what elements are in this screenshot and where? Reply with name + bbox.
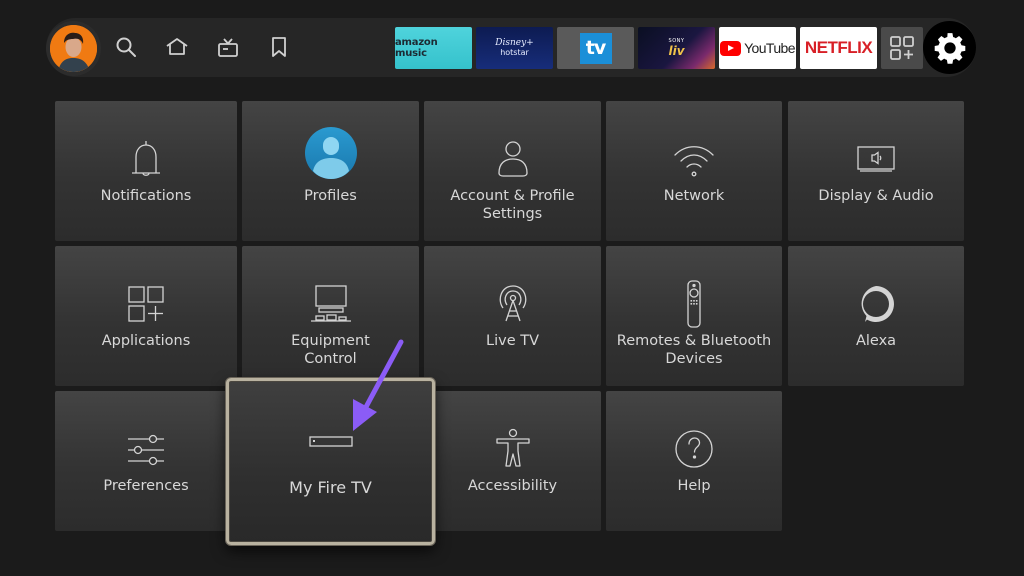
- app-sony-label-bottom: liv: [668, 44, 685, 58]
- app-hotstar-label-top: Disney+: [495, 38, 534, 48]
- tile-label: Accessibility: [467, 478, 558, 494]
- tile-label: Remotes & Bluetooth Devices: [616, 333, 772, 367]
- search-icon[interactable]: [113, 34, 139, 60]
- tile-display-audio[interactable]: Display & Audio: [788, 101, 964, 241]
- apps-grid-icon: [118, 276, 174, 332]
- remote-icon: [666, 276, 722, 332]
- app-amazon-music-label: amazon music: [395, 37, 438, 59]
- profile-circle-icon: [304, 127, 357, 179]
- tile-label: Account & Profile Settings: [450, 188, 575, 222]
- settings-button[interactable]: [923, 21, 976, 74]
- app-amazon-music[interactable]: amazon music: [395, 27, 472, 69]
- youtube-play-icon: [720, 40, 742, 56]
- tile-label: Help: [677, 478, 711, 494]
- app-sony-liv[interactable]: SONY liv: [638, 27, 715, 69]
- live-tv-icon[interactable]: [215, 34, 241, 60]
- tile-label: Equipment Control: [291, 333, 370, 367]
- app-youtube-label: YouTube: [744, 40, 795, 56]
- app-grid-plus-icon: [890, 36, 914, 60]
- gear-icon: [934, 32, 965, 64]
- tile-label: Profiles: [304, 188, 357, 204]
- tile-label: My Fire TV: [289, 478, 372, 497]
- equipment-icon: [303, 276, 359, 332]
- all-apps-button[interactable]: [881, 27, 923, 69]
- tile-live-tv[interactable]: Live TV: [424, 246, 601, 386]
- app-tv-logo: tv: [579, 32, 612, 64]
- tile-profiles[interactable]: Profiles: [242, 101, 419, 241]
- tile-accessibility[interactable]: Accessibility: [424, 391, 601, 531]
- fire-tv-stick-icon: [303, 413, 359, 469]
- tile-alexa[interactable]: Alexa: [788, 246, 964, 386]
- profile-avatar[interactable]: [50, 25, 97, 72]
- tile-account-profile-settings[interactable]: Account & Profile Settings: [424, 101, 601, 241]
- tile-preferences[interactable]: Preferences: [55, 391, 237, 531]
- tile-label: Alexa: [855, 333, 897, 349]
- antenna-icon: [485, 276, 541, 332]
- tile-notifications[interactable]: Notifications: [55, 101, 237, 241]
- bookmark-icon[interactable]: [266, 34, 292, 60]
- tile-label: Live TV: [486, 333, 539, 349]
- tile-equipment-control[interactable]: Equipment Control: [242, 246, 419, 386]
- tile-help[interactable]: Help: [606, 391, 782, 531]
- app-tv[interactable]: tv: [557, 27, 634, 69]
- tv-speaker-icon: [848, 131, 904, 187]
- tile-my-fire-tv[interactable]: My Fire TV: [226, 378, 435, 545]
- app-netflix-label: NETFLIX: [804, 38, 873, 57]
- sliders-icon: [118, 421, 174, 477]
- tile-label: Preferences: [103, 478, 189, 494]
- tile-label: Applications: [101, 333, 191, 349]
- app-netflix[interactable]: NETFLIX: [800, 27, 877, 69]
- accessibility-icon: [485, 421, 541, 477]
- app-youtube[interactable]: YouTube: [719, 27, 796, 69]
- app-hotstar-label-bottom: hotstar: [500, 48, 529, 57]
- help-icon: [666, 421, 722, 477]
- tile-label: Notifications: [100, 188, 192, 204]
- home-icon[interactable]: [164, 34, 190, 60]
- alexa-icon: [848, 276, 904, 332]
- app-disney-hotstar[interactable]: Disney+ hotstar: [476, 27, 553, 69]
- wifi-icon: [666, 131, 722, 187]
- avatar-image: [50, 25, 97, 72]
- tile-label: Network: [663, 188, 725, 204]
- tile-network[interactable]: Network: [606, 101, 782, 241]
- tile-label: Display & Audio: [818, 188, 934, 204]
- tile-remotes-bluetooth[interactable]: Remotes & Bluetooth Devices: [606, 246, 782, 386]
- tile-applications[interactable]: Applications: [55, 246, 237, 386]
- bell-icon: [118, 131, 174, 187]
- person-icon: [485, 131, 541, 187]
